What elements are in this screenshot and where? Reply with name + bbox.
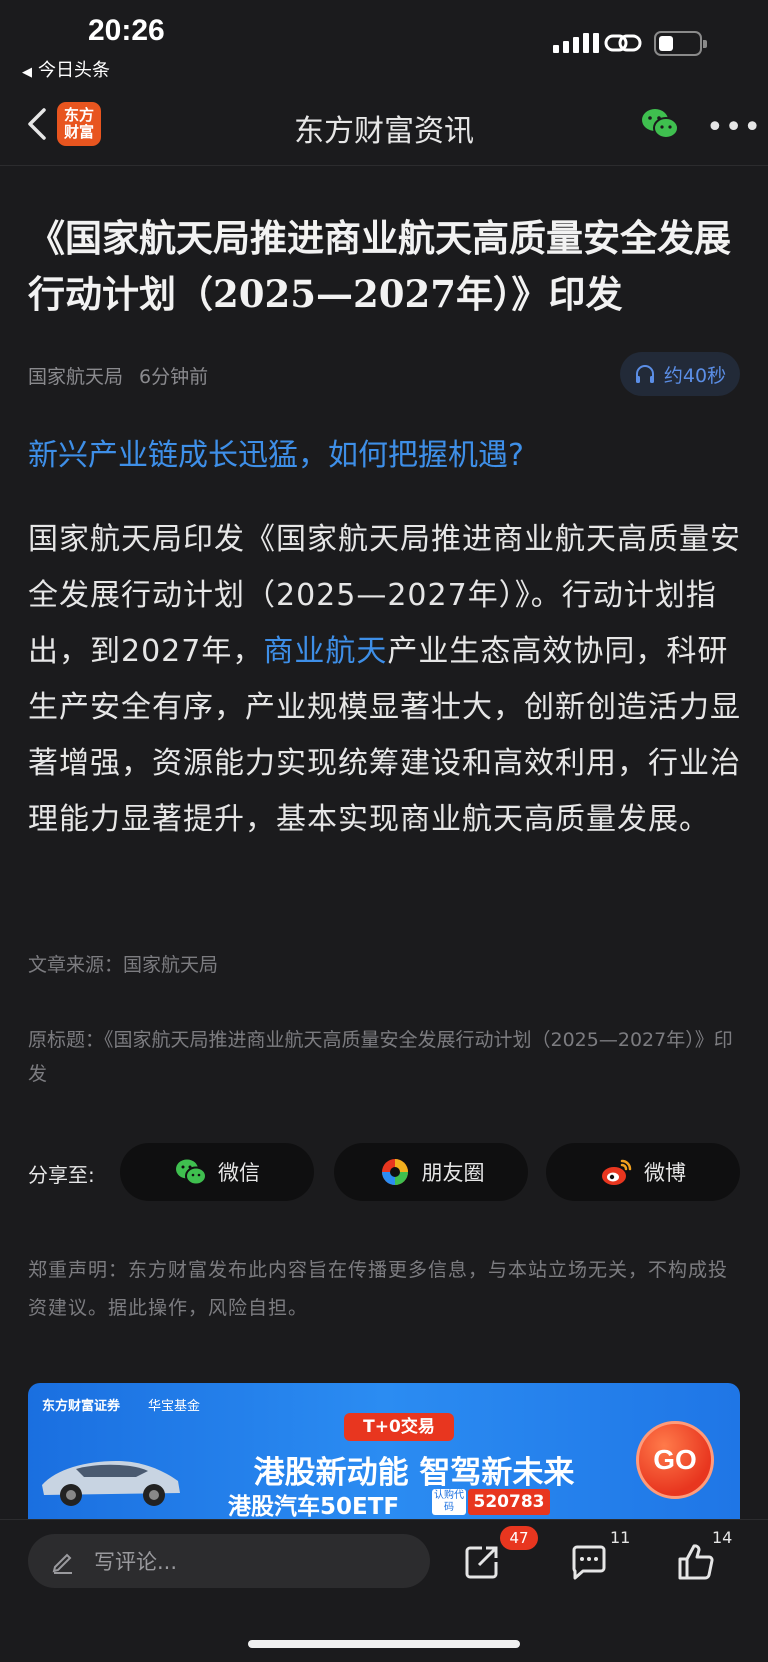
- wechat-share-icon[interactable]: [640, 106, 680, 142]
- article-time: 6分钟前: [139, 366, 209, 388]
- signal-icon: [553, 33, 599, 53]
- audio-duration: 约40秒: [663, 364, 727, 387]
- like-icon[interactable]: [676, 1542, 716, 1582]
- share-moments-button[interactable]: 朋友圈: [334, 1143, 528, 1201]
- ad-headline: 港股新动能 智驾新未来: [253, 1455, 575, 1491]
- ad-code: 520783: [468, 1489, 550, 1515]
- share-icon[interactable]: [462, 1542, 502, 1582]
- comment-count: 11: [610, 1528, 631, 1547]
- pencil-icon: [52, 1553, 72, 1574]
- weibo-icon: [602, 1159, 632, 1185]
- battery-icon: [654, 31, 707, 56]
- headphones-icon: [635, 365, 654, 383]
- ad-tag: T+0交易: [344, 1413, 454, 1441]
- disclaimer: 郑重声明：东方财富发布此内容旨在传播更多信息，与本站立场无关，不构成投资建议。据…: [28, 1259, 729, 1319]
- article-body: 国家航天局印发《国家航天局推进商业航天高质量安全发展行动计划（2025—2027…: [28, 512, 746, 848]
- article-headline: 《国家航天局推进商业航天高质量安全发展行动计划（2025—2027年）》印发: [28, 216, 731, 316]
- comment-icon[interactable]: [569, 1542, 609, 1582]
- car-image: [42, 1461, 180, 1506]
- article-source: 文章来源：国家航天局: [28, 954, 219, 976]
- share-wechat-label: 微信: [218, 1161, 260, 1185]
- like-count: 14: [712, 1528, 733, 1547]
- comment-input[interactable]: 写评论...: [28, 1534, 430, 1588]
- share-count-badge: 47: [500, 1526, 538, 1550]
- ad-go-button[interactable]: GO: [636, 1421, 714, 1499]
- share-weibo-button[interactable]: 微博: [546, 1143, 740, 1201]
- back-to-app-link[interactable]: ◀ 今日头条: [22, 56, 110, 82]
- ad-brand-eastmoney: 东方财富证券: [42, 1399, 121, 1414]
- nav-bar: 东方财富 东方财富资讯 •••: [0, 84, 768, 166]
- home-indicator[interactable]: [248, 1640, 520, 1648]
- article-author[interactable]: 国家航天局: [28, 366, 123, 388]
- personal-hotspot-icon: [604, 34, 642, 52]
- back-triangle-icon: ◀: [22, 65, 32, 80]
- status-time: 20:26: [88, 14, 165, 47]
- original-title: 原标题：《国家航天局推进商业航天高质量安全发展行动计划（2025—2027年）》…: [28, 1029, 733, 1085]
- status-bar: 20:26 ◀ 今日头条: [0, 0, 768, 84]
- share-moments-label: 朋友圈: [421, 1161, 485, 1185]
- share-weibo-label: 微博: [644, 1161, 686, 1185]
- ad-brand-huabao: 华宝基金: [148, 1399, 201, 1414]
- listen-audio-button[interactable]: 约40秒: [620, 352, 740, 396]
- topic-link[interactable]: 新兴产业链成长迅猛，如何把握机遇?: [28, 430, 524, 474]
- ad-banner[interactable]: 东方财富证券 华宝基金 T+0交易 港股新动能 智驾新未来 港股汽车50ETF …: [28, 1383, 740, 1519]
- ad-product: 港股汽车50ETF: [228, 1494, 400, 1519]
- share-wechat-button[interactable]: 微信: [120, 1143, 314, 1201]
- ad-code-label: 认购代码: [432, 1489, 466, 1515]
- article-meta: 国家航天局 6分钟前: [28, 362, 208, 389]
- comment-placeholder: 写评论...: [94, 1550, 178, 1574]
- keyword-link[interactable]: 商业航天: [263, 634, 387, 669]
- back-app-label: 今日头条: [38, 60, 110, 81]
- wechat-icon: [176, 1159, 207, 1186]
- more-icon[interactable]: •••: [706, 110, 762, 145]
- moments-icon: [381, 1159, 408, 1185]
- share-label: 分享至:: [28, 1163, 95, 1187]
- bottom-action-bar: 写评论... 47 11 14: [0, 1519, 768, 1662]
